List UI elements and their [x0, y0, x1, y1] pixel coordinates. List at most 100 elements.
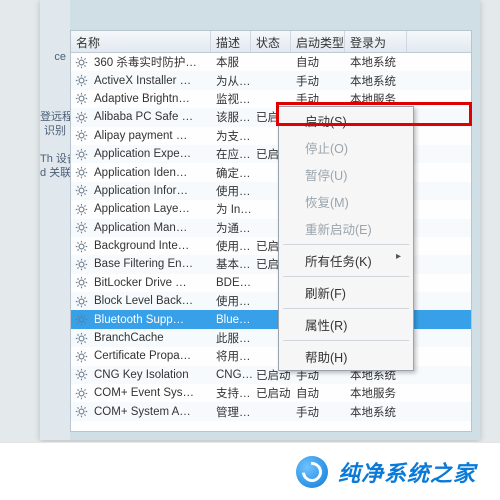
service-row[interactable]: ActiveX Installer …为从… 手动本地系统	[71, 71, 471, 89]
gear-icon	[74, 276, 88, 290]
svc-desc: 将用…	[212, 348, 252, 364]
svc-startup: 手动	[292, 91, 346, 107]
svc-startup: 自动	[292, 385, 346, 401]
svc-desc: 监视…	[212, 91, 252, 107]
gear-icon	[74, 239, 88, 253]
menu-resume: 恢复(M)	[279, 188, 413, 215]
menu-separator	[283, 244, 409, 245]
svc-startup: 手动	[292, 73, 346, 89]
svc-name: Application Iden…	[90, 167, 212, 179]
brand-text: 纯净系统之家	[338, 456, 476, 488]
svc-name: Base Filtering En…	[90, 258, 212, 270]
service-row[interactable]: COM+ System A…管理… 手动本地系统	[71, 402, 471, 420]
menu-stop: 停止(O)	[279, 134, 413, 161]
svc-name: ActiveX Installer …	[90, 75, 212, 87]
watermark-footer: 纯净系统之家	[0, 442, 500, 500]
gear-icon	[74, 110, 88, 124]
gear-icon	[74, 55, 88, 69]
col-logon[interactable]: 登录为	[345, 31, 407, 52]
svc-desc: Blue…	[212, 314, 252, 326]
menu-refresh[interactable]: 刷新(F)	[279, 279, 413, 306]
gear-icon	[74, 313, 88, 327]
svc-desc: 为从…	[212, 73, 252, 89]
col-startup[interactable]: 启动类型	[291, 31, 345, 52]
svc-desc: 使用…	[212, 293, 252, 309]
gear-icon	[74, 368, 88, 382]
gear-icon	[74, 184, 88, 198]
col-name[interactable]: 名称	[71, 31, 211, 52]
gear-icon	[74, 349, 88, 363]
gear-icon	[74, 294, 88, 308]
svc-desc: 该服…	[212, 109, 252, 125]
gear-icon	[74, 74, 88, 88]
svc-status: 已启动	[252, 385, 292, 401]
menu-properties[interactable]: 属性(R)	[279, 311, 413, 338]
svc-name: 360 杀毒实时防护…	[90, 54, 212, 70]
svc-desc: 支持…	[212, 385, 252, 401]
svc-name: COM+ System A…	[90, 406, 212, 418]
col-status[interactable]: 状态	[251, 31, 291, 52]
svc-name: Bluetooth Supp…	[90, 314, 212, 326]
svc-name: Application Laye…	[90, 203, 212, 215]
svc-name: Block Level Back…	[90, 295, 212, 307]
services-window: ce 登远程 识别 Th 设备后 d 关联新 名称 描述 状态 启动类型 登录为…	[40, 0, 480, 440]
gear-icon	[74, 221, 88, 235]
gear-icon	[74, 166, 88, 180]
svc-desc: 为 In…	[212, 201, 252, 217]
svc-name: Background Inte…	[90, 240, 212, 252]
svc-desc: 此服…	[212, 330, 252, 346]
screenshot-root: ce 登远程 识别 Th 设备后 d 关联新 名称 描述 状态 启动类型 登录为…	[0, 0, 500, 500]
svc-desc: BDE…	[212, 277, 252, 289]
svc-logon: 本地系统	[346, 73, 408, 89]
svc-logon: 本地系统	[346, 404, 408, 420]
left-tree-fragment: ce 登远程 识别 Th 设备后 d 关联新	[40, 0, 70, 440]
svc-name: BitLocker Drive …	[90, 277, 212, 289]
svc-startup: 手动	[292, 404, 346, 420]
svc-desc: 确定…	[212, 165, 252, 181]
context-menu[interactable]: 启动(S) 停止(O) 暂停(U) 恢复(M) 重新启动(E) 所有任务(K) …	[278, 106, 414, 371]
menu-separator	[283, 308, 409, 309]
menu-separator	[283, 340, 409, 341]
svc-desc: 为支…	[212, 128, 252, 144]
menu-separator	[283, 276, 409, 277]
service-row[interactable]: COM+ Event Sys…支持…已启动自动本地服务	[71, 384, 471, 402]
svc-logon: 本地服务	[346, 385, 408, 401]
svc-name: Application Infor…	[90, 185, 212, 197]
gear-icon	[74, 129, 88, 143]
svc-name: COM+ Event Sys…	[90, 387, 212, 399]
svc-name: CNG Key Isolation	[90, 369, 212, 381]
menu-restart: 重新启动(E)	[279, 215, 413, 242]
svc-logon: 本地系统	[346, 54, 408, 70]
brand-logo-icon	[296, 456, 328, 488]
svc-desc: 本服	[212, 54, 252, 70]
svc-desc: 基本…	[212, 256, 252, 272]
svc-desc: 管理…	[212, 404, 252, 420]
svc-name: Alibaba PC Safe …	[90, 111, 212, 123]
gear-icon	[74, 257, 88, 271]
svc-name: Certificate Propa…	[90, 350, 212, 362]
col-desc[interactable]: 描述	[211, 31, 251, 52]
menu-all-tasks[interactable]: 所有任务(K)	[279, 247, 413, 274]
menu-start[interactable]: 启动(S)	[279, 107, 413, 134]
svc-desc: 为通…	[212, 220, 252, 236]
svc-name: Alipay payment …	[90, 130, 212, 142]
svc-name: Application Man…	[90, 222, 212, 234]
svc-logon: 本地服务	[346, 91, 408, 107]
svc-desc: 在应…	[212, 146, 252, 162]
gear-icon	[74, 405, 88, 419]
service-row[interactable]: 360 杀毒实时防护…本服 自动本地系统	[71, 53, 471, 71]
gear-icon	[74, 331, 88, 345]
gear-icon	[74, 92, 88, 106]
svc-name: BranchCache	[90, 332, 212, 344]
svc-desc: 使用…	[212, 183, 252, 199]
svc-desc: CNG…	[212, 369, 252, 381]
menu-help[interactable]: 帮助(H)	[279, 343, 413, 370]
svc-desc: 使用…	[212, 238, 252, 254]
svc-startup: 自动	[292, 54, 346, 70]
svc-name: Adaptive Brightn…	[90, 93, 212, 105]
gear-icon	[74, 147, 88, 161]
gear-icon	[74, 386, 88, 400]
gear-icon	[74, 202, 88, 216]
column-headers[interactable]: 名称 描述 状态 启动类型 登录为	[71, 31, 471, 53]
menu-pause: 暂停(U)	[279, 161, 413, 188]
